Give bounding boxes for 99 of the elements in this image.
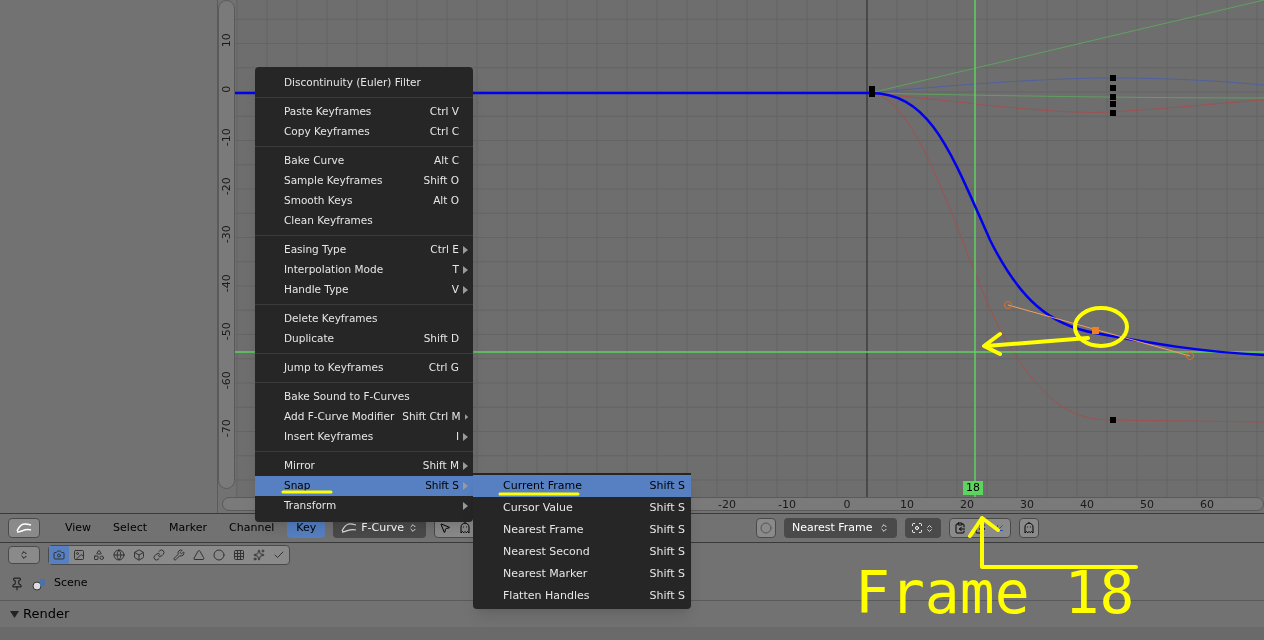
editor-type-button[interactable] xyxy=(8,518,40,538)
curve-icon xyxy=(16,522,32,534)
frame-label: 40 xyxy=(1080,497,1094,513)
updown-icon xyxy=(407,523,418,533)
keyframe-point xyxy=(1110,110,1116,116)
value-label: 10 xyxy=(218,33,234,48)
current-frame-indicator[interactable]: 18 xyxy=(963,481,983,495)
menu-item[interactable]: Clean Keyframes xyxy=(255,211,473,231)
toggle-button[interactable] xyxy=(755,518,776,538)
menu-item[interactable]: Snap Shift S xyxy=(255,476,473,496)
menu-item[interactable]: Paste Keyframes Ctrl V xyxy=(255,102,473,122)
frame-label: -10 xyxy=(778,497,796,513)
menu-item[interactable]: Discontinuity (Euler) Filter xyxy=(255,73,473,93)
menu-button[interactable]: Select xyxy=(104,518,157,538)
value-label: -50 xyxy=(218,324,234,339)
camera-icon xyxy=(53,549,65,561)
value-label: -20 xyxy=(218,178,234,193)
cube-icon xyxy=(133,549,145,561)
menu-item[interactable]: Nearest Second Shift S xyxy=(473,541,691,563)
menu-item[interactable]: Copy Keyframes Ctrl C xyxy=(255,122,473,142)
menu-item[interactable]: Add F-Curve Modifier Shift Ctrl M xyxy=(255,407,473,427)
submenu-arrow-icon xyxy=(463,433,468,441)
frame-label: 30 xyxy=(1020,497,1034,513)
scene-label: Scene xyxy=(54,575,88,592)
scene-icon xyxy=(32,576,46,591)
frame-label: 0 xyxy=(843,497,851,513)
submenu-arrow-icon xyxy=(463,286,468,294)
annotation-text: Frame 18 xyxy=(855,560,1135,626)
pivot-dropdown[interactable] xyxy=(904,518,941,538)
value-label: 0 xyxy=(218,84,234,95)
annotation-circle xyxy=(1072,305,1130,349)
menu-item[interactable]: Insert Keyframes I xyxy=(255,427,473,447)
pointer-icon xyxy=(438,522,451,534)
updown-icon xyxy=(19,550,29,560)
sparkles-icon xyxy=(253,549,265,561)
link-icon xyxy=(153,549,165,561)
menu-button[interactable]: Marker xyxy=(160,518,217,538)
submenu-arrow-icon xyxy=(463,482,468,490)
menu-button[interactable]: View xyxy=(56,518,101,538)
shapes-icon xyxy=(93,549,105,561)
annotation-underline xyxy=(281,489,333,495)
submenu-arrow-icon xyxy=(464,413,468,421)
clipboard-icon xyxy=(953,522,966,534)
check-icon xyxy=(273,549,285,561)
submenu-arrow-icon xyxy=(463,462,468,470)
value-label: -40 xyxy=(218,275,234,290)
menu-item[interactable]: Mirror Shift M xyxy=(255,456,473,476)
menu-item[interactable]: Interpolation Mode T xyxy=(255,260,473,280)
menu-item[interactable]: Easing Type Ctrl E xyxy=(255,240,473,260)
menu-item[interactable]: Smooth Keys Alt O xyxy=(255,191,473,211)
wrench-icon xyxy=(173,549,185,561)
keyframe-point xyxy=(1110,417,1116,423)
menu-item[interactable]: Duplicate Shift D xyxy=(255,329,473,349)
clipboard-icon xyxy=(973,522,986,534)
submenu-arrow-icon xyxy=(463,266,468,274)
menu-item[interactable]: Jump to Keyframes Ctrl G xyxy=(255,358,473,378)
value-label: -10 xyxy=(218,130,234,145)
keyframe-point xyxy=(1110,85,1116,91)
keyframe-point xyxy=(869,86,875,97)
menu-item[interactable]: Bake Curve Alt C xyxy=(255,151,473,171)
frame-label: -20 xyxy=(718,497,736,513)
ghost-icon xyxy=(1022,522,1035,534)
value-label: -70 xyxy=(218,421,234,436)
triangle-icon xyxy=(193,549,205,561)
menu-item[interactable]: Flatten Handles Shift S xyxy=(473,585,691,607)
image-icon xyxy=(73,549,85,561)
curve-icon xyxy=(341,522,358,534)
snap-mode-dropdown[interactable]: Nearest Frame xyxy=(783,518,897,538)
updown-icon xyxy=(925,523,935,533)
menu-item[interactable]: Nearest Frame Shift S xyxy=(473,519,691,541)
globe-icon xyxy=(113,549,125,561)
menu-item[interactable]: Delete Keyframes xyxy=(255,309,473,329)
sphere-icon xyxy=(213,549,225,561)
properties-tab[interactable] xyxy=(49,546,69,564)
panel-title: Render xyxy=(23,605,70,624)
menu-item[interactable]: Bake Sound to F-Curves xyxy=(255,387,473,407)
frame-label: 60 xyxy=(1200,497,1214,513)
ghost-curves-button[interactable] xyxy=(1018,518,1039,538)
menu-item[interactable]: Handle Type V xyxy=(255,280,473,300)
value-label: -30 xyxy=(218,227,234,242)
frame-label: 10 xyxy=(900,497,914,513)
pin-icon[interactable] xyxy=(10,576,24,591)
menu-item[interactable]: Cursor Value Shift S xyxy=(473,497,691,519)
menu-item[interactable]: Nearest Marker Shift S xyxy=(473,563,691,585)
pivot-icon xyxy=(911,522,924,534)
menu-button[interactable]: Channel xyxy=(220,518,284,538)
frame-label: 50 xyxy=(1140,497,1154,513)
menu-item[interactable]: Transform xyxy=(255,496,473,516)
keyframe-point xyxy=(1110,75,1116,81)
menu-item[interactable]: Current Frame Shift S xyxy=(473,475,691,497)
ghost-icon xyxy=(458,522,471,534)
updown-icon xyxy=(878,523,889,533)
submenu-arrow-icon xyxy=(463,502,468,510)
menu-item[interactable]: Sample Keyframes Shift O xyxy=(255,171,473,191)
circle-icon xyxy=(759,522,772,534)
frame-label: 20 xyxy=(960,497,974,513)
grid-icon xyxy=(233,549,245,561)
submenu-arrow-icon xyxy=(463,246,468,254)
value-label: -60 xyxy=(218,372,234,387)
